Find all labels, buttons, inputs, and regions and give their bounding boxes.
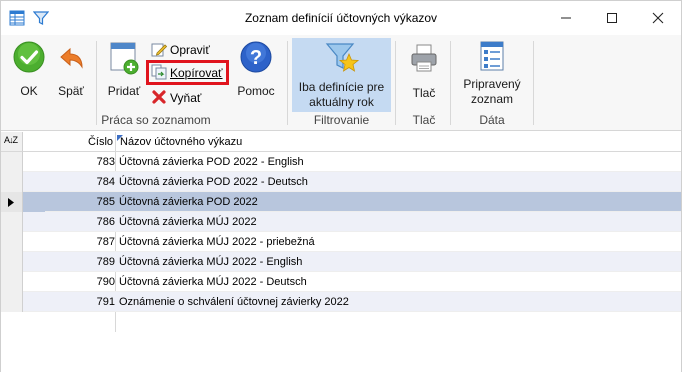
- delete-button[interactable]: Vyňať: [151, 88, 201, 108]
- sort-header[interactable]: A↓Z: [1, 132, 23, 152]
- prepared-list-label: Pripravený zoznam: [463, 77, 521, 106]
- current-row-arrow-icon: [8, 198, 14, 207]
- red-x-icon: [151, 89, 167, 108]
- current-year-filter-button[interactable]: Iba definície pre aktuálny rok: [292, 40, 391, 110]
- maximize-button[interactable]: [589, 1, 635, 35]
- row-name: Účtovná závierka POD 2022 - English: [119, 156, 304, 168]
- name-column-header[interactable]: Názov účtovného výkazu: [115, 132, 681, 152]
- delete-label: Vyňať: [170, 91, 202, 105]
- row-number: 790: [96, 276, 115, 288]
- svg-text:?: ?: [250, 47, 262, 69]
- table-row[interactable]: 786 Účtovná závierka MÚJ 2022: [1, 212, 681, 232]
- ribbon-toolbar: OK Späť Pridať Opraviť Kopírovať Vyňať ?…: [1, 35, 681, 131]
- add-document-icon: [108, 41, 140, 78]
- print-label: Tlač: [412, 86, 436, 100]
- row-indicator[interactable]: [1, 232, 23, 252]
- table-row[interactable]: 787 Účtovná závierka MÚJ 2022 - priebežná: [1, 232, 681, 252]
- row-number: 785: [96, 196, 115, 208]
- table-row[interactable]: 784 Účtovná závierka POD 2022 - Deutsch: [1, 172, 681, 192]
- separator: [533, 41, 534, 125]
- row-expand-cell: [23, 252, 45, 272]
- close-button[interactable]: [635, 1, 681, 35]
- row-number: 791: [96, 296, 115, 308]
- row-expand-cell: [23, 272, 45, 292]
- table-row[interactable]: 785 Účtovná závierka POD 2022: [1, 192, 681, 212]
- ok-button[interactable]: OK: [9, 41, 49, 99]
- row-name: Účtovná závierka MÚJ 2022: [119, 216, 257, 228]
- copy-highlight-frame: [146, 60, 229, 85]
- add-label: Pridať: [107, 84, 141, 98]
- row-expand-cell: [23, 172, 45, 192]
- minimize-button[interactable]: [543, 1, 589, 35]
- row-expand-cell: [23, 192, 45, 212]
- prepared-list-icon: [477, 40, 507, 75]
- back-arrow-icon: [57, 45, 85, 76]
- add-button[interactable]: Pridať: [104, 41, 144, 99]
- group-label-print: Tlač: [412, 113, 436, 127]
- row-indicator[interactable]: [1, 292, 23, 312]
- checkmark-icon: [13, 41, 45, 76]
- row-indicator[interactable]: [1, 272, 23, 292]
- row-number: 786: [96, 216, 115, 228]
- table-row[interactable]: 783 Účtovná závierka POD 2022 - English: [1, 152, 681, 172]
- group-label-list-work: Práca so zoznamom: [101, 113, 211, 127]
- sort-az-icon: A↓Z: [4, 135, 18, 145]
- row-name: Účtovná závierka MÚJ 2022 - priebežná: [119, 236, 315, 248]
- row-name: Účtovná závierka POD 2022 - Deutsch: [119, 176, 308, 188]
- edit-label: Opraviť: [170, 43, 210, 57]
- separator: [395, 41, 396, 125]
- help-label: Pomoc: [237, 84, 275, 98]
- row-indicator[interactable]: [1, 212, 23, 232]
- row-name: Oznámenie o schválení účtovnej závierky …: [119, 296, 349, 308]
- printer-icon: [409, 43, 439, 76]
- report-definitions-window: Zoznam definícií účtovných výkazov OK Sp…: [0, 0, 682, 372]
- row-indicator[interactable]: [1, 152, 23, 172]
- row-name: Účtovná závierka MÚJ 2022 - Deutsch: [119, 276, 307, 288]
- back-button[interactable]: Späť: [53, 45, 89, 99]
- number-header-label: Číslo: [87, 136, 113, 148]
- title-bar: Zoznam definícií účtovných výkazov: [1, 1, 681, 35]
- edit-button[interactable]: Opraviť: [151, 40, 210, 60]
- filter-label: Iba definície pre aktuálny rok: [298, 80, 385, 109]
- back-label: Späť: [58, 84, 84, 98]
- row-expand-cell: [23, 212, 45, 232]
- row-number: 783: [96, 156, 115, 168]
- row-expand-cell: [23, 232, 45, 252]
- row-indicator[interactable]: [1, 252, 23, 272]
- group-label-data: Dáta: [479, 113, 505, 127]
- row-expand-cell: [23, 292, 45, 312]
- help-button[interactable]: ? Pomoc: [233, 41, 279, 99]
- row-name: Účtovná závierka POD 2022: [119, 196, 258, 208]
- separator: [287, 41, 288, 125]
- row-name: Účtovná závierka MÚJ 2022 - English: [119, 256, 303, 268]
- table-row[interactable]: 791 Oznámenie o schválení účtovnej závier…: [1, 292, 681, 312]
- row-number: 789: [96, 256, 115, 268]
- funnel-star-icon: [325, 40, 359, 77]
- print-button[interactable]: Tlač: [403, 43, 445, 101]
- separator: [450, 41, 451, 125]
- row-number: 787: [96, 236, 115, 248]
- expand-header[interactable]: [23, 132, 52, 152]
- row-indicator[interactable]: [1, 192, 23, 212]
- table-row[interactable]: 789 Účtovná závierka MÚJ 2022 - English: [1, 252, 681, 272]
- row-number: 784: [96, 176, 115, 188]
- help-question-icon: ?: [240, 41, 272, 76]
- group-label-filtering: Filtrovanie: [313, 113, 370, 127]
- prepared-list-button[interactable]: Pripravený zoznam: [455, 40, 529, 107]
- name-header-label: Názov účtovného výkazu: [120, 136, 243, 148]
- ok-label: OK: [20, 84, 38, 98]
- pencil-icon: [151, 41, 168, 60]
- row-indicator[interactable]: [1, 172, 23, 192]
- row-expand-cell: [23, 152, 45, 172]
- definitions-grid: A↓Z Číslo Názov účtovného výkazu 783 Účto…: [1, 132, 681, 372]
- number-column-header[interactable]: Číslo: [45, 132, 115, 152]
- table-row[interactable]: 790 Účtovná závierka MÚJ 2022 - Deutsch: [1, 272, 681, 292]
